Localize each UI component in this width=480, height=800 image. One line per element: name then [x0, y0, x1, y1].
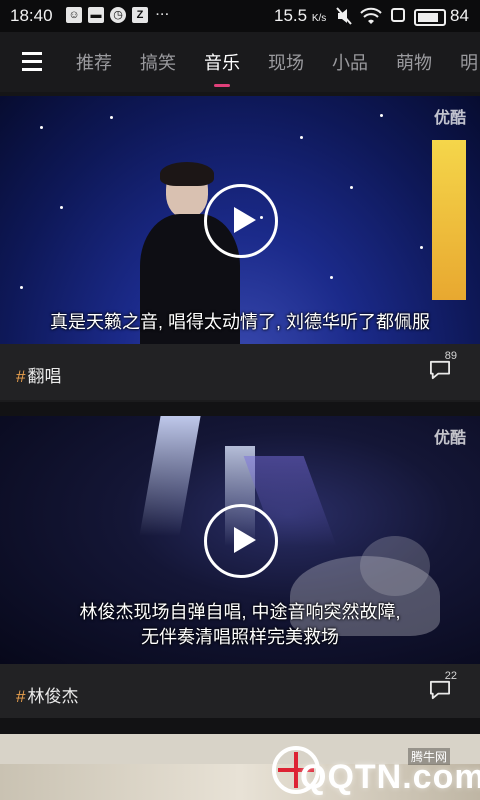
play-button[interactable] [204, 504, 278, 578]
card-meta-bar: # 翻唱 89 [0, 344, 480, 400]
comment-icon[interactable] [428, 360, 452, 380]
active-tab-indicator [214, 84, 230, 87]
sim-icon [391, 8, 405, 22]
battery-level: 84 [450, 6, 469, 25]
video-caption-line: 无伴奏清唱照样完美救场 [141, 627, 339, 647]
tab-recommend[interactable]: 推荐 [76, 49, 112, 75]
stage-tree [360, 536, 430, 596]
watermark-brand: QQTN.com [300, 758, 480, 796]
tag-hash: # [16, 367, 26, 386]
battery-icon [414, 9, 446, 26]
network-speed: 15.5 K/s [274, 6, 326, 26]
wifi-icon [360, 7, 382, 24]
tab-live[interactable]: 现场 [268, 49, 304, 75]
youku-logo: 优酷 [433, 430, 466, 447]
mute-icon [336, 7, 352, 25]
app-notification-icon: ☺ [66, 7, 82, 23]
clock-notification-icon: ◷ [110, 7, 126, 23]
status-bar: 18:40 ☺ ▬ ◷ Z ··· 15.5 K/s 84 [0, 0, 480, 32]
network-speed-unit: K/s [311, 13, 327, 24]
card-meta-bar: # 林俊杰 22 [0, 664, 480, 720]
video-caption-line: 林俊杰现场自弹自唱, 中途音响突然故障, [79, 602, 401, 622]
tag-hash: # [16, 687, 26, 706]
stage-light [139, 416, 201, 536]
status-time: 18:40 [10, 6, 53, 25]
video-caption: 真是天籁之音, 唱得太动情了, 刘德华听了都佩服 [0, 310, 480, 335]
card-divider [0, 718, 480, 734]
video-tag[interactable]: # 翻唱 [16, 362, 61, 387]
show-banner [432, 140, 466, 300]
message-notification-icon: ▬ [88, 7, 104, 23]
category-nav: 推荐 搞笑 音乐 现场 小品 萌物 明 [0, 32, 480, 92]
video-thumbnail[interactable]: 优酷 真是天籁之音, 唱得太动情了, 刘德华听了都佩服 [0, 96, 480, 344]
tab-music[interactable]: 音乐 [204, 49, 240, 75]
video-tag[interactable]: # 林俊杰 [16, 682, 78, 707]
video-caption-line: 真是天籁之音, 唱得太动情了, 刘德华听了都佩服 [49, 312, 430, 332]
tab-star[interactable]: 明 [460, 49, 478, 75]
video-card[interactable]: 优酷 林俊杰现场自弹自唱, 中途音响突然故障, 无伴奏清唱照样完美救场 # 林俊杰… [0, 416, 480, 720]
video-tag-label: 翻唱 [27, 367, 62, 386]
tab-funny[interactable]: 搞笑 [140, 49, 176, 75]
tab-sketch[interactable]: 小品 [332, 49, 368, 75]
play-button[interactable] [204, 184, 278, 258]
video-card[interactable]: 优酷 真是天籁之音, 唱得太动情了, 刘德华听了都佩服 # 翻唱 89 [0, 96, 480, 402]
video-caption: 林俊杰现场自弹自唱, 中途音响突然故障, 无伴奏清唱照样完美救场 [0, 600, 480, 650]
menu-icon[interactable] [22, 52, 42, 72]
comment-icon[interactable] [428, 680, 452, 700]
site-watermark: QQTN.com 腾牛网 [272, 740, 480, 800]
tab-cute[interactable]: 萌物 [396, 49, 432, 75]
watermark-site: 腾牛网 [408, 748, 451, 765]
youku-logo: 优酷 [433, 110, 466, 127]
video-tag-label: 林俊杰 [27, 687, 79, 706]
z-app-notification-icon: Z [132, 7, 148, 23]
notification-icons: ☺ ▬ ◷ Z ··· [66, 7, 170, 23]
video-thumbnail[interactable]: 优酷 林俊杰现场自弹自唱, 中途音响突然故障, 无伴奏清唱照样完美救场 [0, 416, 480, 664]
network-speed-value: 15.5 [274, 6, 308, 25]
more-notifications-icon: ··· [156, 9, 170, 21]
